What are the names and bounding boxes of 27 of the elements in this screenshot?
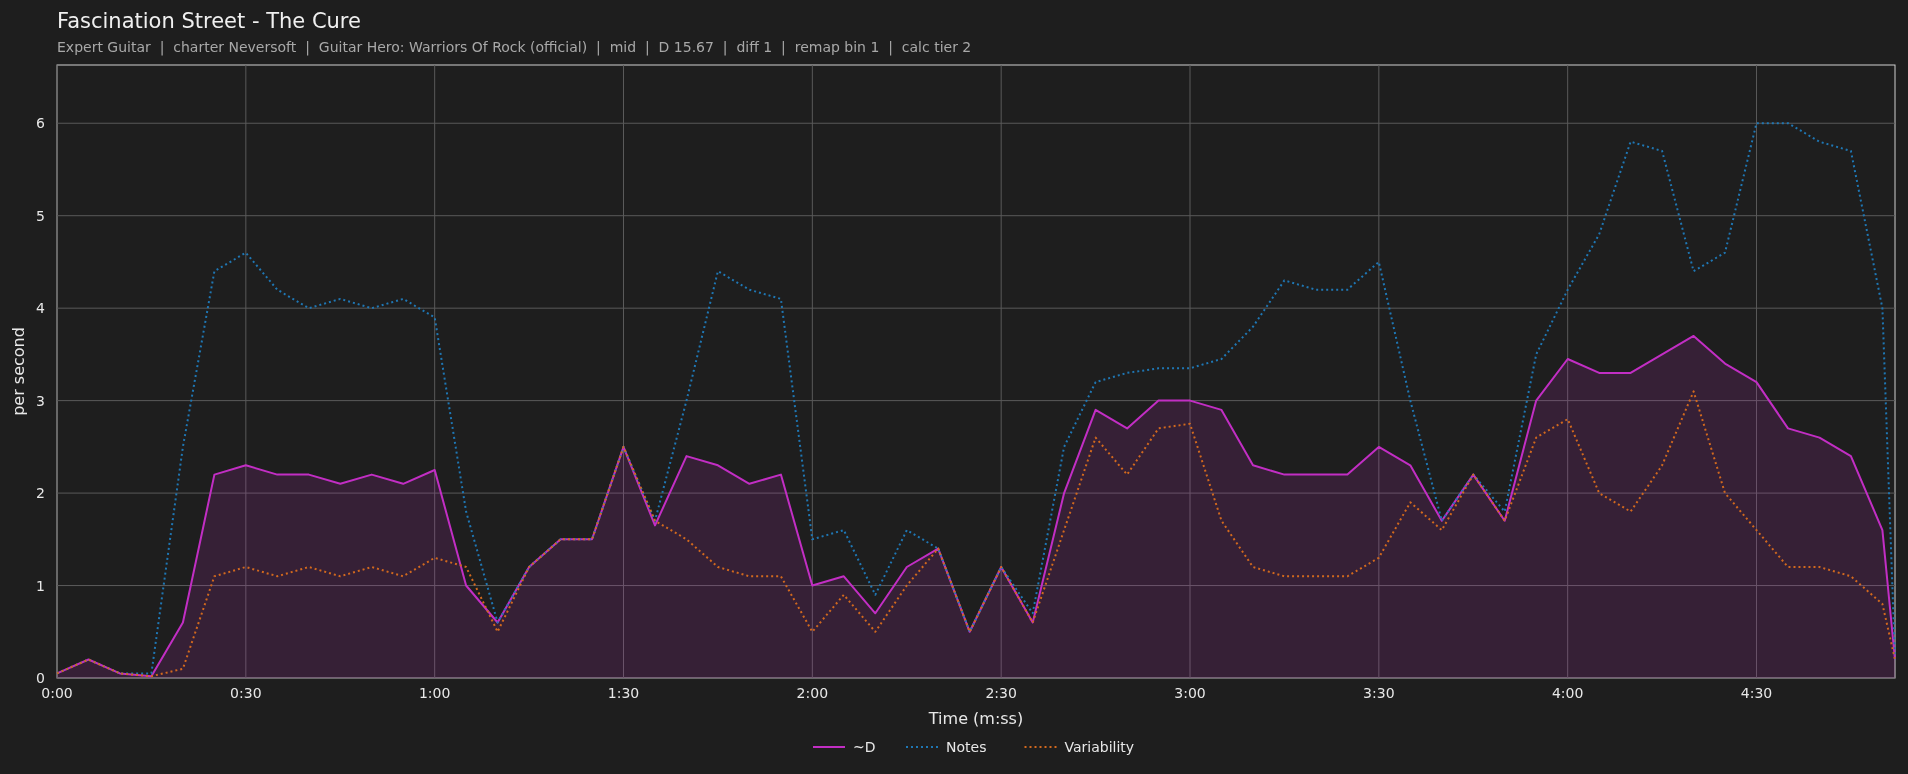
tick-label: 3:30	[1363, 685, 1395, 701]
chart-title: Fascination Street - The Cure	[57, 8, 362, 34]
tick-label: 1:30	[607, 685, 640, 701]
legend-label: ~D	[853, 739, 876, 755]
tick-label: 3:00	[1174, 685, 1206, 701]
legend-label: Variability	[1064, 739, 1135, 755]
tick-label: 6	[36, 115, 45, 132]
chart-subtitle: Expert Guitar | charter Neversoft | Guitar Hero: Warriors Of Rock (official) | mid | D 15.67 | diff 1 | remap bin 1 | calc tier 2	[57, 38, 972, 56]
tick-label: 2	[36, 485, 45, 502]
tick-label: 3	[36, 392, 45, 409]
tick-label: 4:00	[1551, 685, 1584, 701]
tick-label: 0	[36, 670, 45, 686]
legend-line-icon	[905, 746, 939, 748]
axis-label: Time (m:ss)	[928, 709, 1024, 728]
tick-label: 2:00	[796, 685, 829, 701]
legend-line-icon	[1023, 746, 1058, 748]
tick-label: 0:00	[41, 685, 73, 701]
tick-label: 1	[36, 577, 45, 594]
tick-label: 2:30	[985, 685, 1017, 701]
legend-label: Notes	[946, 739, 987, 755]
tick-label: 4:30	[1740, 685, 1773, 701]
tick-label: 0:30	[230, 685, 262, 701]
tick-label: 5	[36, 207, 45, 224]
axis-label: per second	[9, 327, 28, 416]
legend-line-icon	[812, 746, 846, 748]
tick-label: 1:00	[418, 685, 451, 701]
tick-label: 4	[36, 300, 45, 317]
